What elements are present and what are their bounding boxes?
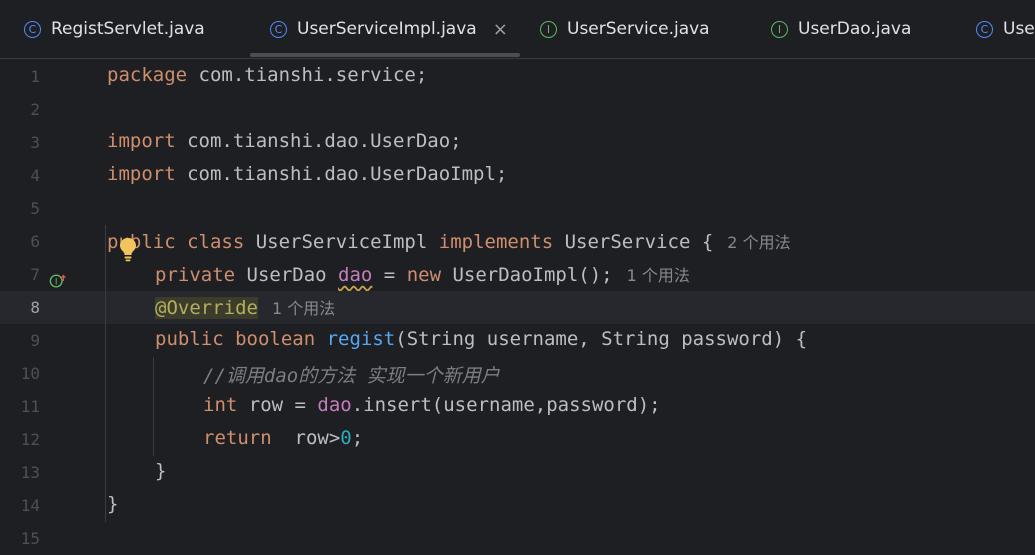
interface-icon: I [771,20,788,38]
line-number: 9 [30,331,40,350]
line-number: 7 [30,265,40,284]
code-text: return row>0; [203,427,364,449]
code-line: 11 int row = dao.insert(username,passwor… [0,390,1035,423]
code-text: } [155,460,167,482]
code-comment: //调用dao的方法 实现一个新用户 [203,365,500,387]
tab-regist-servlet[interactable]: C RegistServlet.java [24,0,205,58]
tab-user-service-impl[interactable]: C UserServiceImpl.java × [270,0,508,58]
code-line: 6 public class UserServiceImpl implement… [0,225,1035,258]
class-icon: C [270,20,287,38]
class-icon: C [976,20,993,38]
code-line: 4 import com.tianshi.dao.UserDaoImpl; [0,159,1035,192]
code-text: @Override 1 个用法 [155,297,336,319]
code-text: int row = dao.insert(username,password); [203,394,661,416]
interface-icon: I [540,20,557,38]
tab-truncated[interactable]: C Use [976,0,1035,58]
editor-tab-bar: C RegistServlet.java C UserServiceImpl.j… [0,0,1035,59]
code-editor[interactable]: 1 package com.tianshi.service; 2 3 impor… [0,59,1035,548]
code-line: 14 } [0,489,1035,522]
code-line: 3 import com.tianshi.dao.UserDao; [0,126,1035,159]
code-line: 13 } [0,456,1035,489]
line-number: 14 [20,496,40,515]
tab-label: RegistServlet.java [51,19,205,39]
svg-text:I: I [55,277,58,287]
line-number: 12 [20,430,40,449]
indent-guide [153,357,154,456]
tab-label: UserService.java [567,19,710,39]
line-number: 13 [20,463,40,482]
code-text: package com.tianshi.service; [107,64,428,86]
tab-user-service[interactable]: I UserService.java [540,0,710,58]
code-text: private UserDao dao = new UserDaoImpl();… [155,264,690,286]
code-line: 15 [0,522,1035,555]
code-text: } [107,493,119,515]
line-number: 2 [30,100,40,119]
usage-hint[interactable]: 2 个用法 [727,233,790,252]
line-number: 1 [30,67,40,86]
line-number: 15 [20,529,40,548]
tab-label: UserServiceImpl.java [297,19,477,39]
line-number: 6 [30,232,40,251]
class-icon: C [24,20,41,38]
code-line: 10 //调用dao的方法 实现一个新用户 [0,357,1035,390]
code-text: import com.tianshi.dao.UserDao; [107,130,462,152]
tab-user-dao[interactable]: I UserDao.java [771,0,911,58]
code-line: 12 return row>0; [0,423,1035,456]
close-icon[interactable]: × [493,19,508,40]
code-text: public boolean regist(String username, S… [155,328,808,350]
line-number: 11 [20,397,40,416]
indent-guide [105,225,106,522]
usage-hint[interactable]: 1 个用法 [272,299,335,318]
line-number: 8 [30,298,40,317]
line-number: 10 [20,364,40,383]
usage-hint[interactable]: 1 个用法 [627,266,690,285]
line-number: 5 [30,199,40,218]
code-line: 5 [0,192,1035,225]
line-number: 4 [30,166,40,185]
code-line: 7 private UserDao dao = new UserDaoImpl(… [0,258,1035,291]
code-text: public class UserServiceImpl implements … [107,231,791,253]
code-text: import com.tianshi.dao.UserDaoImpl; [107,163,508,185]
tab-label: UserDao.java [798,19,912,39]
implements-method-gutter-icon[interactable]: I [49,272,67,290]
tab-label: Use [1003,19,1035,39]
line-number: 3 [30,133,40,152]
code-line: 1 package com.tianshi.service; [0,60,1035,93]
lightbulb-icon[interactable] [117,236,139,262]
code-line-current: 8 @Override 1 个用法 [0,291,1035,324]
active-tab-indicator [250,53,520,57]
code-line: 2 [0,93,1035,126]
code-line: 9 public boolean regist(String username,… [0,324,1035,357]
